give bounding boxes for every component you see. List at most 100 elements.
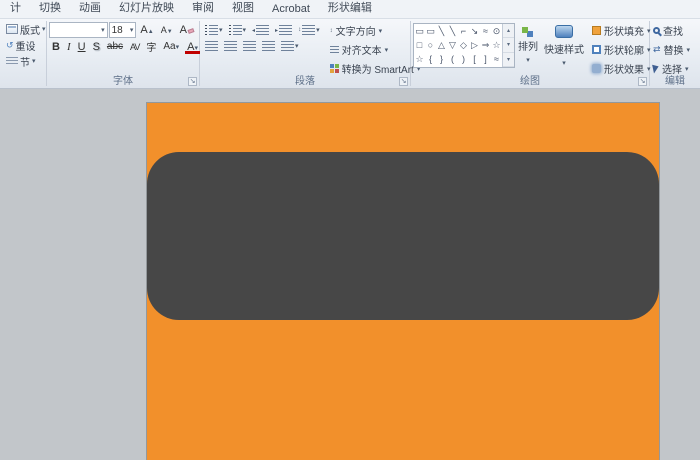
shape-icon[interactable]: ▽ bbox=[447, 38, 458, 52]
shape-icon[interactable]: ] bbox=[480, 52, 491, 66]
shrink-font-button[interactable]: A ▼ bbox=[158, 25, 176, 35]
quick-styles-label: 快速样式 bbox=[544, 45, 584, 56]
shape-icon[interactable]: ╲ bbox=[447, 24, 458, 38]
underline-button[interactable]: U bbox=[75, 41, 89, 53]
align-center-button[interactable] bbox=[221, 39, 240, 53]
chevron-down-icon: ▾ bbox=[526, 57, 530, 64]
shape-icon[interactable]: □ bbox=[414, 38, 425, 52]
shape-icon[interactable]: ↘ bbox=[469, 24, 480, 38]
tab-review[interactable]: 审阅 bbox=[183, 0, 223, 18]
slide[interactable] bbox=[147, 103, 659, 460]
align-right-button[interactable] bbox=[240, 39, 259, 53]
font-size-combo[interactable]: 18 ▾ bbox=[108, 22, 137, 38]
shape-icon[interactable]: ) bbox=[458, 52, 469, 66]
shape-icon[interactable]: ( bbox=[447, 52, 458, 66]
indent-left-icon: ◂ bbox=[252, 27, 256, 34]
shape-icon[interactable]: ○ bbox=[425, 38, 436, 52]
shape-icon[interactable]: [ bbox=[469, 52, 480, 66]
shape-icon[interactable]: { bbox=[425, 52, 436, 66]
columns-button[interactable]: ▾ bbox=[278, 39, 302, 53]
font-name-combo[interactable]: ▾ bbox=[49, 22, 108, 38]
change-case-button[interactable]: Aa ▾ bbox=[160, 41, 182, 52]
section-label: 节 bbox=[20, 57, 30, 69]
font-group-label: 字体 bbox=[113, 76, 133, 87]
shape-outline-button[interactable]: 形状轮廓 ▾ bbox=[589, 40, 654, 59]
tab-slideshow[interactable]: 幻灯片放映 bbox=[110, 0, 183, 18]
arrange-button[interactable]: 排列 ▾ bbox=[515, 21, 541, 74]
align-text-label: 对齐文本 bbox=[341, 46, 382, 57]
shape-icon[interactable]: } bbox=[436, 52, 447, 66]
character-style-button[interactable]: 字 bbox=[143, 39, 159, 54]
find-button[interactable]: 查找 bbox=[652, 21, 698, 40]
bullet-list-icon bbox=[205, 25, 218, 35]
shape-icon[interactable]: ≈ bbox=[491, 52, 502, 66]
text-shadow-button[interactable]: S bbox=[90, 41, 103, 53]
layout-button[interactable]: 版式 ▾ bbox=[2, 21, 46, 37]
chevron-down-icon: ▾ bbox=[129, 27, 134, 34]
gallery-scroll-up-button[interactable]: ▴ bbox=[503, 24, 514, 39]
bullets-button[interactable]: ▾ bbox=[202, 23, 226, 37]
shape-icon[interactable]: ⇒ bbox=[480, 38, 491, 52]
replace-label: 替换 bbox=[663, 46, 684, 57]
text-direction-button[interactable]: ↕ 文字方向 ▾ bbox=[327, 21, 424, 40]
increase-indent-button[interactable]: ▸ bbox=[272, 23, 295, 37]
reset-icon: ↺ bbox=[6, 39, 14, 50]
shape-icon[interactable]: ╲ bbox=[436, 24, 447, 38]
shape-icon[interactable]: ▷ bbox=[469, 38, 480, 52]
gallery-scroll-down-button[interactable]: ▾ bbox=[503, 38, 514, 53]
shape-icon[interactable]: ☆ bbox=[414, 52, 425, 66]
tab-transitions[interactable]: 切换 bbox=[30, 0, 70, 18]
shape-icon[interactable]: △ bbox=[436, 38, 447, 52]
chevron-down-icon: ▾ bbox=[42, 26, 46, 33]
shape-icon[interactable]: ⌐ bbox=[458, 24, 469, 38]
strikethrough-button[interactable]: abc bbox=[104, 41, 126, 52]
line-spacing-button[interactable]: ↕ ▾ bbox=[295, 23, 323, 37]
tab-shape-edit[interactable]: 形状编辑 bbox=[319, 0, 381, 18]
drawing-group: ▭ ▭ ╲ ╲ ⌐ ↘ ≈ ⊙ □ ○ △ ▽ ◇ ▷ ⇒ ☆ ☆{}()[] ≈ ▴ ▾ ▾ 排列 ▾ 快速… bbox=[411, 19, 651, 88]
arrow-down-icon: ▼ bbox=[166, 29, 173, 35]
numbering-button[interactable]: ▾ bbox=[226, 23, 250, 37]
shape-icon[interactable]: ⊙ bbox=[491, 24, 502, 38]
clear-format-letter: A bbox=[179, 24, 187, 36]
replace-button[interactable]: ⇄ 替换 ▾ bbox=[652, 40, 698, 59]
slide-editing-area[interactable] bbox=[0, 90, 700, 460]
drawing-dialog-launcher[interactable]: ↘ bbox=[638, 77, 647, 86]
section-icon bbox=[6, 56, 18, 66]
chevron-down-icon: ▾ bbox=[316, 27, 320, 34]
shape-icon[interactable]: ≈ bbox=[480, 24, 491, 38]
shape-fill-button[interactable]: 形状填充 ▾ bbox=[589, 21, 654, 40]
tab-acrobat[interactable]: Acrobat bbox=[263, 1, 319, 18]
align-left-button[interactable] bbox=[202, 39, 221, 53]
paragraph-group: ▾ ▾ ◂ ▸ ↕ ▾ ▾ ↕ 文字方向 ▾ 对齐文本 ▾ 转换为 SmartA… bbox=[200, 19, 420, 88]
font-dialog-launcher[interactable]: ↘ bbox=[188, 77, 197, 86]
chevron-down-icon: ▾ bbox=[219, 27, 223, 34]
eraser-icon bbox=[187, 28, 195, 34]
font-size-value: 18 bbox=[111, 24, 123, 36]
chevron-down-icon: ▾ bbox=[295, 43, 299, 50]
gallery-more-button[interactable]: ▾ bbox=[503, 53, 514, 67]
clear-formatting-button[interactable]: A bbox=[177, 24, 197, 36]
align-text-button[interactable]: 对齐文本 ▾ bbox=[327, 40, 424, 59]
paragraph-dialog-launcher[interactable]: ↘ bbox=[399, 77, 408, 86]
italic-button[interactable]: I bbox=[64, 41, 74, 53]
tab-view[interactable]: 视图 bbox=[223, 0, 263, 18]
section-button[interactable]: 节 ▾ bbox=[2, 53, 44, 69]
rounded-rectangle-shape[interactable] bbox=[147, 152, 659, 320]
shape-icon[interactable]: ▭ bbox=[414, 24, 425, 38]
tab-animations[interactable]: 动画 bbox=[70, 0, 110, 18]
tab-design-partial[interactable]: 计 bbox=[1, 0, 30, 18]
shapes-row-1: ▭ ▭ ╲ ╲ ⌐ ↘ ≈ ⊙ bbox=[414, 24, 502, 38]
shape-icon[interactable]: ☆ bbox=[491, 38, 502, 52]
shape-icon[interactable]: ◇ bbox=[458, 38, 469, 52]
reset-button[interactable]: ↺ 重设 bbox=[2, 37, 44, 53]
quick-styles-button[interactable]: 快速样式 ▾ bbox=[541, 21, 587, 74]
shape-icon[interactable]: ▭ bbox=[425, 24, 436, 38]
updown-arrow-icon: ↕ bbox=[298, 27, 302, 33]
character-spacing-button[interactable]: AV bbox=[127, 42, 142, 52]
justify-button[interactable] bbox=[259, 39, 278, 53]
ribbon: 版式 ▾ ↺ 重设 节 ▾ ▾ 18 ▾ A ▲ A ▼ A B I U S a… bbox=[0, 19, 700, 89]
numbered-list-icon bbox=[228, 25, 242, 35]
decrease-indent-button[interactable]: ◂ bbox=[249, 23, 272, 37]
grow-font-button[interactable]: A ▲ bbox=[137, 24, 156, 36]
bold-button[interactable]: B bbox=[49, 41, 63, 53]
